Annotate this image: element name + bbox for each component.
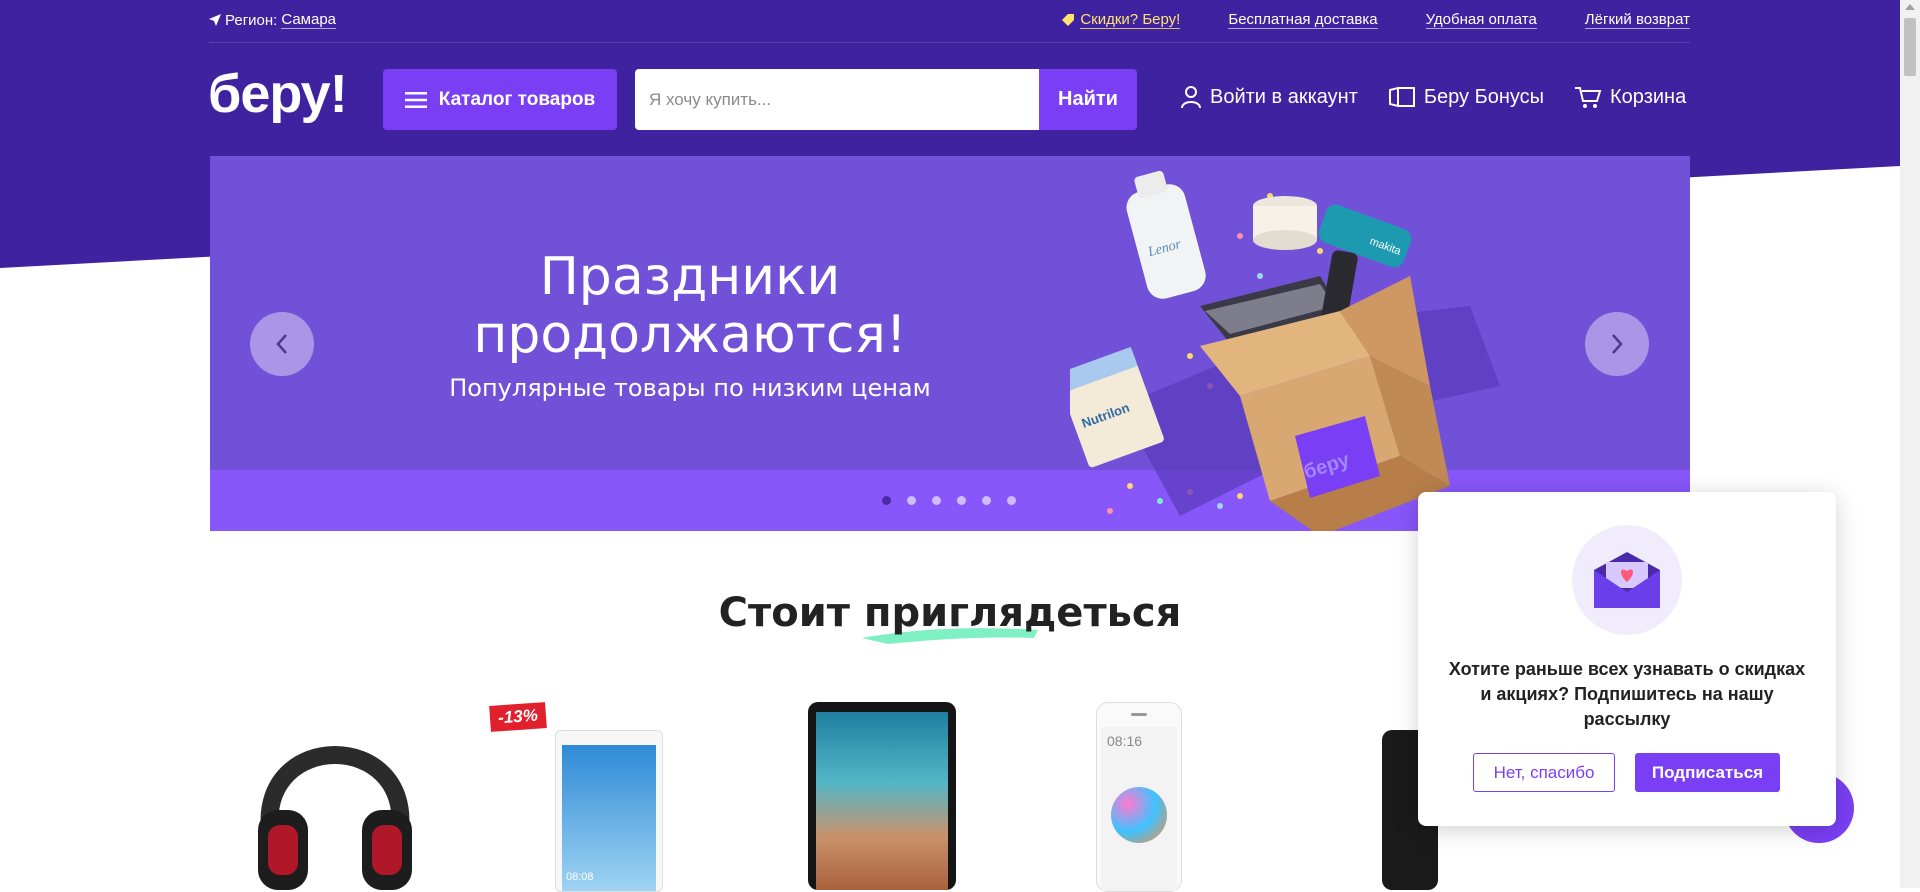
cream-jar-illustration [1253, 196, 1317, 250]
banner-title-line2: продолжаются! [473, 305, 907, 365]
search-button[interactable]: Найти [1039, 69, 1137, 130]
scrollbar-thumb[interactable] [1904, 18, 1916, 76]
promo-banner[interactable]: Праздники продолжаются! Популярные товар… [210, 156, 1690, 531]
chevron-left-icon [276, 334, 287, 354]
banner-title-line1: Праздники [539, 247, 841, 307]
decline-button[interactable]: Нет, спасибо [1473, 753, 1615, 792]
tablet-screen-2 [816, 712, 948, 890]
chevron-right-icon [1612, 334, 1623, 354]
catalog-button-label: Каталог товаров [438, 88, 596, 110]
envelope-heart-icon [1594, 552, 1660, 608]
carousel-dot-5[interactable] [982, 496, 991, 505]
search-input[interactable] [635, 69, 1039, 130]
search-bar: Найти [635, 69, 1137, 130]
scroll-up-arrow-icon[interactable] [1905, 4, 1915, 10]
region-value[interactable]: Самара [281, 11, 337, 29]
delivery-link[interactable]: Бесплатная доставка [1228, 11, 1378, 29]
menu-icon [404, 91, 427, 108]
phone-speaker [1131, 713, 1147, 716]
header-links: Войти в аккаунт Беру Бонусы Корзина [1180, 85, 1686, 109]
product-tablet-huawei[interactable]: 08:08 [555, 730, 663, 892]
bonus-card-icon [1388, 86, 1415, 108]
carousel-next-button[interactable] [1585, 312, 1649, 376]
carousel-dot-4[interactable] [957, 496, 966, 505]
carousel-dot-2[interactable] [907, 496, 916, 505]
region-selector[interactable]: Регион: Самара [209, 11, 337, 29]
phone-wallpaper [1111, 787, 1167, 843]
cart-link-label: Корзина [1610, 85, 1687, 108]
user-icon [1181, 86, 1201, 109]
bonuses-link-label: Беру Бонусы [1423, 85, 1545, 108]
region-label: Регион: [225, 11, 278, 29]
phone-screen: 08:16 [1101, 727, 1177, 891]
login-link[interactable]: Войти в аккаунт [1180, 85, 1358, 109]
promo-link[interactable]: Скидки? Беру! [1062, 11, 1181, 29]
cart-link[interactable]: Корзина [1574, 85, 1686, 109]
section-title-text: Стоит приглядеться [718, 590, 1182, 636]
logo[interactable]: беру! [208, 64, 348, 124]
discount-badge: -13% [489, 702, 547, 732]
tablet-screen: 08:08 [562, 745, 656, 891]
subscribe-popup: Хотите раньше всех узнавать о скидках и … [1418, 492, 1836, 826]
product-tablet-xiaomi[interactable] [808, 702, 956, 890]
product-phone-xiaomi[interactable]: 08:16 [1096, 702, 1182, 892]
top-bar: Регион: Самара Скидки? Беру! Бесплатная … [0, 0, 1900, 42]
topbar-divider [209, 42, 1690, 43]
bonuses-link[interactable]: Беру Бонусы [1388, 86, 1544, 109]
phone-time: 08:16 [1107, 733, 1143, 749]
banner-illustration: makita Lenor Nutrilon беру [1070, 170, 1500, 531]
page-scrollbar[interactable] [1900, 0, 1920, 888]
carousel-dot-1[interactable] [882, 496, 891, 505]
tag-icon [1062, 14, 1075, 26]
popup-message: Хотите раньше всех узнавать о скидках и … [1448, 659, 1806, 729]
product-headphones[interactable] [250, 700, 420, 890]
carousel-dots [882, 496, 1016, 505]
location-arrow-icon [209, 14, 221, 26]
login-link-label: Войти в аккаунт [1210, 85, 1358, 108]
subscribe-button[interactable]: Подписаться [1635, 753, 1780, 792]
catalog-button[interactable]: Каталог товаров [383, 69, 617, 130]
return-link[interactable]: Лёгкий возврат [1584, 11, 1690, 29]
carousel-dot-3[interactable] [932, 496, 941, 505]
payment-link[interactable]: Удобная оплата [1425, 11, 1537, 29]
tablet-time: 08:08 [566, 871, 594, 883]
lenor-bottle-illustration: Lenor [1126, 170, 1206, 299]
envelope-icon-container [1572, 525, 1682, 635]
carousel-prev-button[interactable] [250, 312, 314, 376]
banner-title: Праздники продолжаются! [210, 248, 1170, 364]
cart-icon [1575, 87, 1602, 108]
banner-subtitle: Популярные товары по низким ценам [449, 374, 931, 402]
promo-link-label[interactable]: Скидки? Беру! [1080, 11, 1181, 29]
carousel-dot-6[interactable] [1007, 496, 1016, 505]
